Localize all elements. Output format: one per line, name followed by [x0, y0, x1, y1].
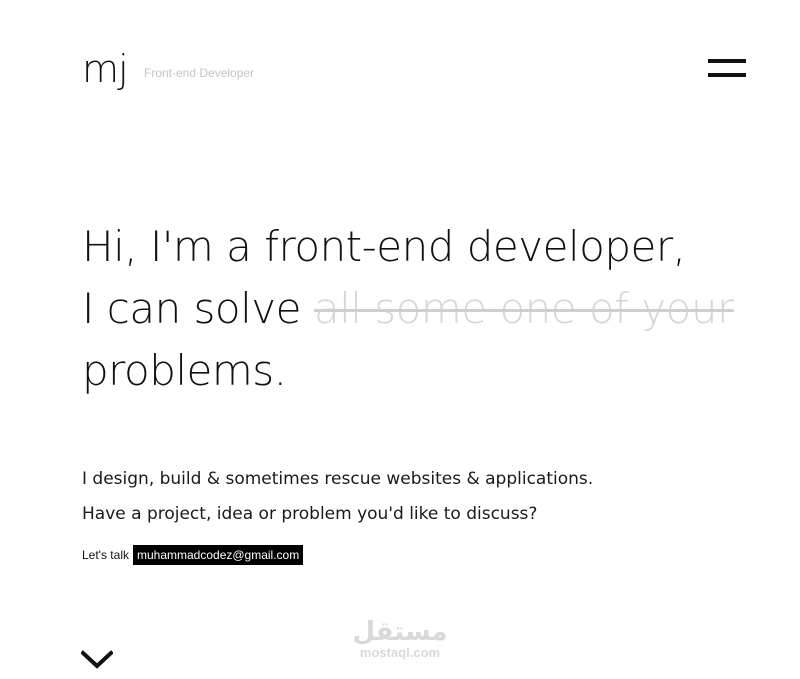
- email-link[interactable]: muhammadcodez@gmail.com: [132, 545, 304, 565]
- hero-line-2: I can solve all some one of your: [82, 278, 742, 340]
- chevron-down-icon[interactable]: [80, 650, 114, 670]
- contact-label: Let's talk: [82, 548, 129, 562]
- hero-line-1: Hi, I'm a front-end developer,: [82, 222, 686, 271]
- hamburger-menu-icon[interactable]: [708, 58, 746, 80]
- menu-bar-bottom: [708, 73, 746, 77]
- tagline: Front-end Developer: [144, 66, 255, 80]
- hero-heading: Hi, I'm a front-end developer, I can sol…: [82, 216, 742, 402]
- contact-row: Let's talk muhammadcodez@gmail.com: [82, 544, 304, 566]
- hero-line-2-prefix: I can solve: [82, 284, 301, 333]
- watermark-arabic: مستقل: [352, 617, 448, 647]
- menu-bar-top: [708, 59, 746, 63]
- site-header: mj Front-end Developer: [82, 44, 746, 94]
- logo[interactable]: mj: [82, 44, 129, 94]
- intro-line-1: I design, build & sometimes rescue websi…: [82, 469, 594, 489]
- hero-struck-text: all some one of your: [313, 284, 734, 333]
- watermark: مستقل mostaql.com: [350, 618, 450, 660]
- hero-line-3: problems.: [82, 346, 287, 395]
- intro-line-2: Have a project, idea or problem you'd li…: [82, 504, 538, 524]
- watermark-latin: mostaql.com: [359, 645, 441, 660]
- intro-text: I design, build & sometimes rescue websi…: [82, 462, 702, 532]
